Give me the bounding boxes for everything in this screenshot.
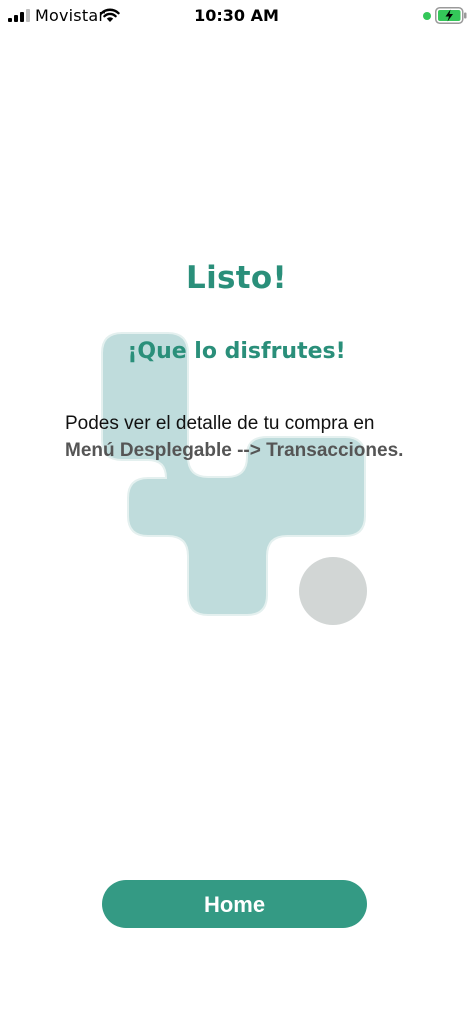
decorative-background-shape: [101, 332, 367, 625]
decorative-gray-circle: [299, 557, 367, 625]
page-subtitle: ¡Que lo disfrutes!: [127, 339, 346, 364]
status-time: 10:30 AM: [194, 6, 279, 25]
home-button[interactable]: Home: [102, 880, 367, 928]
page-title: Listo!: [186, 260, 287, 296]
message-line-1: Podes ver el detalle de tu compra en: [65, 413, 375, 434]
battery-charging-icon: [435, 7, 467, 24]
status-bar: Movistar 10:30 AM: [0, 0, 473, 34]
charging-dot: [423, 12, 431, 20]
confirmation-message: Podes ver el detalle de tu compra en Men…: [65, 410, 445, 464]
message-menu-path: Menú Desplegable --> Transacciones.: [65, 440, 404, 461]
